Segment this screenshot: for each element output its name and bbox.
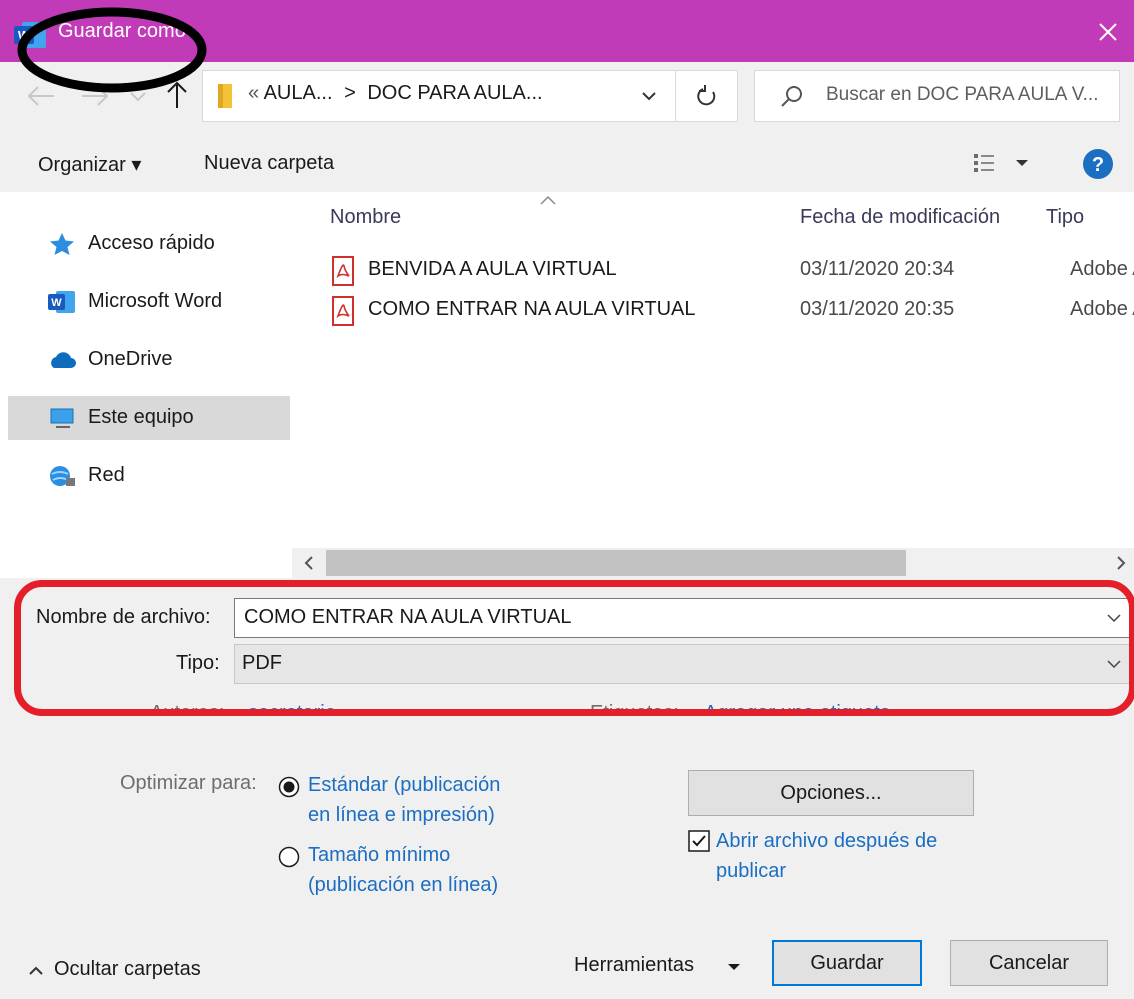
- file-list: [292, 192, 1134, 578]
- file-row[interactable]: COMO ENTRAR NA AULA VIRTUAL 03/11/2020 2…: [330, 296, 1134, 328]
- chevron-left-icon: [304, 556, 313, 570]
- address-segment-aula[interactable]: AULA...: [264, 82, 333, 104]
- details-view-icon: [974, 154, 1028, 172]
- column-header-type[interactable]: Tipo: [1046, 206, 1084, 229]
- sidebar-item-label: OneDrive: [88, 348, 173, 370]
- hide-folders-label: Ocultar carpetas: [54, 958, 201, 980]
- file-name: COMO ENTRAR NA AULA VIRTUAL: [368, 298, 696, 320]
- sidebar-item-label: Este equipo: [88, 406, 194, 428]
- organize-menu[interactable]: Organizar ▾: [38, 152, 141, 177]
- search-input[interactable]: Buscar en DOC PARA AULA V...: [826, 84, 1098, 106]
- cancel-button[interactable]: Cancelar: [950, 940, 1108, 986]
- radio-minimum-label-line2[interactable]: (publicación en línea): [308, 870, 498, 900]
- open-after-publish-label-line1[interactable]: Abrir archivo después de: [716, 826, 937, 856]
- refresh-button[interactable]: [676, 70, 738, 122]
- file-type: Adobe A: [1070, 298, 1134, 320]
- optimize-label: Optimizar para:: [120, 772, 257, 794]
- help-icon: ?: [1083, 149, 1113, 179]
- sort-ascending-icon: [538, 194, 558, 206]
- pdf-file-icon: [330, 256, 356, 286]
- tools-menu[interactable]: Herramientas: [574, 954, 694, 977]
- change-view-button[interactable]: [970, 148, 1034, 178]
- sidebar-item-label: Red: [88, 464, 125, 486]
- address-overflow-chevron[interactable]: «: [248, 82, 259, 104]
- refresh-icon: [696, 85, 715, 106]
- radio-standard-label-line2[interactable]: en línea e impresión): [308, 800, 495, 830]
- file-name: BENVIDA A AULA VIRTUAL: [368, 258, 617, 280]
- chevron-down-icon: [642, 92, 656, 101]
- chevron-right-icon: [1117, 556, 1126, 570]
- close-button[interactable]: [1088, 12, 1128, 52]
- scroll-right-button[interactable]: [1112, 554, 1130, 572]
- options-button[interactable]: Opciones...: [688, 770, 974, 816]
- cloud-icon: [48, 348, 76, 372]
- sidebar-item-network[interactable]: Red: [10, 454, 288, 498]
- column-header-date[interactable]: Fecha de modificación: [800, 206, 1000, 229]
- scroll-left-button[interactable]: [300, 554, 318, 572]
- radio-unselected-icon: [278, 846, 300, 868]
- checkbox-checked-icon: [688, 830, 710, 852]
- red-highlight-annotation: [14, 580, 1134, 716]
- address-segment-doc[interactable]: DOC PARA AULA...: [367, 82, 542, 104]
- sidebar-item-label: Microsoft Word: [88, 290, 223, 312]
- radio-selected-icon: [278, 776, 300, 798]
- black-circle-annotation: [14, 4, 210, 96]
- pdf-file-icon: [330, 296, 356, 326]
- svg-text:?: ?: [1092, 154, 1104, 176]
- address-dropdown-button[interactable]: [636, 84, 662, 108]
- save-button[interactable]: Guardar: [772, 940, 922, 986]
- search-icon: [780, 84, 804, 108]
- open-after-publish-label-line2[interactable]: publicar: [716, 856, 786, 886]
- address-separator[interactable]: >: [344, 82, 356, 104]
- caret-down-icon[interactable]: [726, 962, 742, 972]
- hide-folders-button[interactable]: Ocultar carpetas: [28, 958, 201, 981]
- file-date: 03/11/2020 20:35: [800, 298, 955, 320]
- word-icon: W: [48, 290, 76, 314]
- radio-minimum-label-line1[interactable]: Tamaño mínimo: [308, 840, 450, 870]
- radio-standard[interactable]: [278, 776, 300, 798]
- computer-icon: [48, 406, 76, 430]
- sidebar-item-quick-access[interactable]: Acceso rápido: [10, 222, 288, 266]
- scrollbar-thumb[interactable]: [326, 550, 906, 576]
- file-date: 03/11/2020 20:34: [800, 258, 955, 280]
- new-folder-button[interactable]: Nueva carpeta: [204, 152, 334, 175]
- network-icon: [48, 464, 76, 488]
- sidebar-item-this-pc[interactable]: Este equipo: [10, 396, 288, 440]
- close-icon: [1099, 23, 1117, 41]
- star-icon: [48, 232, 76, 256]
- folder-icon: [212, 80, 238, 110]
- help-button[interactable]: ?: [1082, 148, 1114, 180]
- file-type: Adobe A: [1070, 258, 1134, 280]
- svg-text:W: W: [51, 297, 62, 309]
- sidebar-item-microsoft-word[interactable]: W Microsoft Word: [10, 280, 288, 324]
- column-header-name[interactable]: Nombre: [330, 206, 401, 229]
- sidebar-item-onedrive[interactable]: OneDrive: [10, 338, 288, 382]
- radio-minimum[interactable]: [278, 846, 300, 868]
- sidebar-item-label: Acceso rápido: [88, 232, 215, 254]
- open-after-publish-checkbox[interactable]: [688, 830, 710, 852]
- file-row[interactable]: BENVIDA A AULA VIRTUAL 03/11/2020 20:34 …: [330, 256, 1134, 288]
- radio-standard-label-line1[interactable]: Estándar (publicación: [308, 770, 500, 800]
- address-path[interactable]: « AULA... > DOC PARA AULA...: [248, 82, 543, 105]
